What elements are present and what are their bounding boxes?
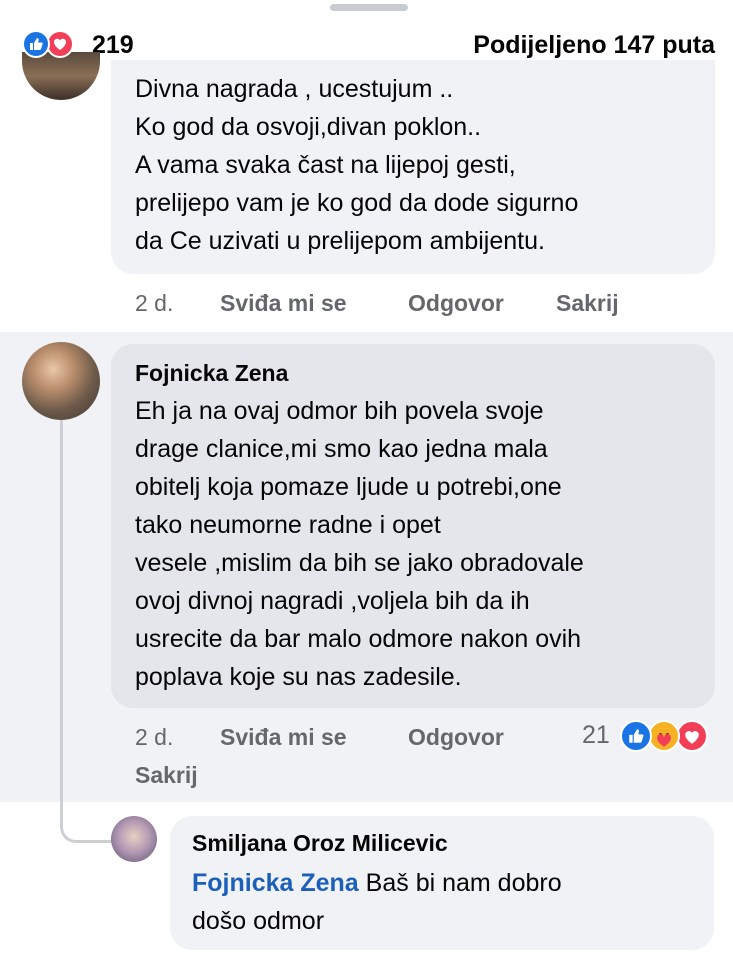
comment-bubble[interactable]: Divna nagrada , ucestujum .. Ko god da o… — [111, 60, 715, 274]
comment-reaction-count[interactable]: 21 — [582, 720, 610, 750]
avatar[interactable] — [22, 52, 100, 100]
comment-line: drage clanice,mi smo kao jedna mala — [135, 435, 548, 463]
reply-author[interactable]: Smiljana Oroz Milicevic — [192, 828, 448, 858]
comment-line: vesele ,mislim da bih se jako obradovale — [135, 549, 584, 577]
comment-line: obitelj koja pomaze ljude u potrebi,one — [135, 473, 562, 501]
reply-text: Fojnicka Zena Baš bi nam dobro došo odmo… — [192, 864, 702, 940]
comment-line: ovoj divnoj nagradi ,voljela bih da ih — [135, 587, 530, 615]
love-icon — [676, 720, 708, 752]
comment-line: poplava koje su nas zadesile. — [135, 663, 462, 691]
comment-text: Eh ja na ovaj odmor bih povela svoje dra… — [135, 392, 705, 696]
sheet-drag-handle[interactable] — [330, 4, 408, 11]
comment-line: Eh ja na ovaj odmor bih povela svoje — [135, 397, 544, 425]
comment-line: da Ce uzivati u prelijepom ambijentu. — [135, 227, 545, 255]
like-icon — [620, 720, 652, 752]
comment-age: 2 d. — [135, 290, 174, 316]
love-icon — [46, 30, 74, 58]
comment-line: tako neumorne radne i opet — [135, 511, 441, 539]
reply-line: Fojnicka Zena Baš bi nam dobro — [192, 864, 702, 902]
comment-text: Divna nagrada , ucestujum .. Ko god da o… — [135, 70, 705, 260]
share-count[interactable]: Podijeljeno 147 puta — [473, 30, 715, 60]
care-icon — [648, 720, 680, 752]
comment-age: 2 d. — [135, 724, 174, 750]
reply-line: došo odmor — [192, 907, 325, 935]
comment-line: Ko god da osvoji,divan poklon.. — [135, 113, 482, 141]
avatar[interactable] — [22, 342, 100, 420]
reply-button[interactable]: Odgovor — [408, 288, 504, 318]
comment-line: prelijepo vam je ko god da dode sigurno — [135, 189, 579, 217]
like-button[interactable]: Sviđa mi se — [220, 288, 347, 318]
reply-button[interactable]: Odgovor — [408, 722, 504, 752]
reply-bubble[interactable]: Smiljana Oroz Milicevic Fojnicka Zena Ba… — [170, 816, 714, 950]
comment-bubble[interactable]: Fojnicka Zena Eh ja na ovaj odmor bih po… — [111, 344, 715, 708]
like-button[interactable]: Sviđa mi se — [220, 722, 347, 752]
reply-line-text: Baš bi nam dobro — [358, 869, 562, 897]
comment-reactions[interactable] — [620, 720, 716, 752]
mention-link[interactable]: Fojnicka Zena — [192, 869, 359, 897]
comment-line: Divna nagrada , ucestujum .. — [135, 75, 454, 103]
comment-author[interactable]: Fojnicka Zena — [135, 358, 288, 388]
comment-line: A vama svaka čast na lijepoj gesti, — [135, 151, 516, 179]
hide-button[interactable]: Sakrij — [556, 288, 619, 318]
hide-button[interactable]: Sakrij — [135, 760, 198, 790]
thread-connector — [60, 420, 115, 843]
like-icon — [22, 30, 50, 58]
comment-line: usrecite da bar malo odmore nakon ovih — [135, 625, 582, 653]
avatar[interactable] — [111, 816, 157, 862]
